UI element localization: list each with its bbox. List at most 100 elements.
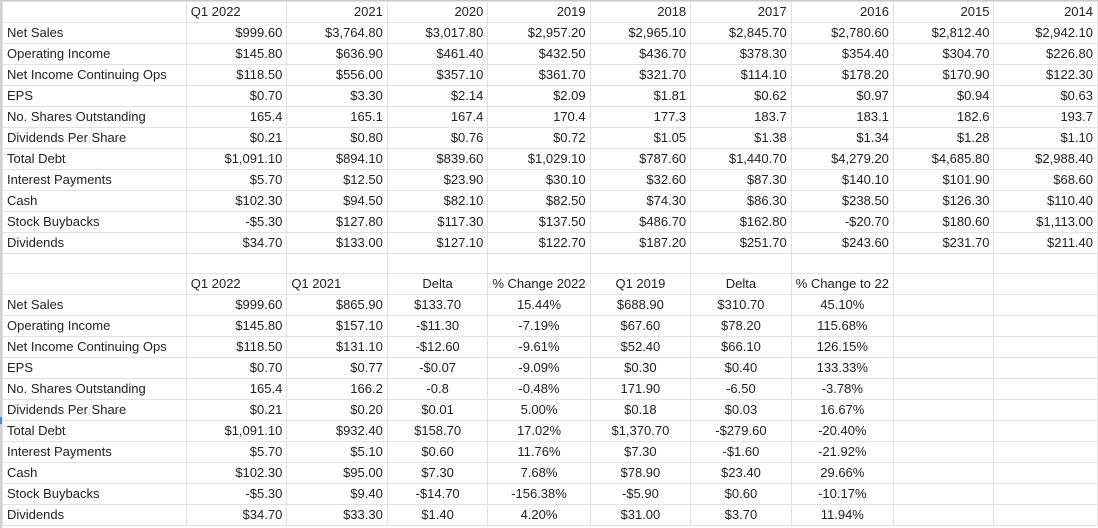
row-label-cell[interactable]: EPS [2, 85, 187, 107]
value-cell[interactable]: $117.30 [386, 211, 489, 233]
value-cell[interactable] [892, 420, 995, 442]
value-cell[interactable]: $636.90 [286, 43, 388, 65]
value-cell[interactable]: $0.21 [185, 127, 288, 149]
value-cell[interactable]: $110.40 [993, 190, 1098, 212]
header-cell[interactable] [892, 273, 995, 295]
value-cell[interactable]: 29.66% [790, 462, 894, 484]
value-cell[interactable]: $157.10 [286, 315, 388, 337]
value-cell[interactable]: 183.1 [790, 106, 894, 128]
value-cell[interactable] [993, 483, 1098, 505]
value-cell[interactable]: $7.30 [589, 441, 692, 463]
value-cell[interactable]: -6.50 [690, 378, 792, 400]
header-cell[interactable]: 2018 [589, 1, 692, 23]
value-cell[interactable]: $7.30 [386, 462, 489, 484]
header-cell[interactable]: 2019 [487, 1, 591, 23]
value-cell[interactable]: $122.30 [993, 64, 1098, 86]
value-cell[interactable]: -3.78% [790, 378, 894, 400]
value-cell[interactable]: $688.90 [589, 294, 692, 316]
value-cell[interactable]: 165.4 [185, 106, 288, 128]
value-cell[interactable]: 126.15% [790, 336, 894, 358]
value-cell[interactable] [993, 462, 1098, 484]
empty-cell[interactable] [790, 253, 894, 274]
empty-cell[interactable] [386, 253, 489, 274]
header-cell[interactable]: % Change 2022 [487, 273, 591, 295]
value-cell[interactable]: $187.20 [589, 232, 692, 254]
value-cell[interactable]: $436.70 [589, 43, 692, 65]
value-cell[interactable]: $1.38 [690, 127, 792, 149]
value-cell[interactable]: 15.44% [487, 294, 591, 316]
empty-cell[interactable] [589, 253, 692, 274]
value-cell[interactable]: $82.50 [487, 190, 591, 212]
header-cell[interactable]: 2021 [286, 1, 388, 23]
value-cell[interactable]: $126.30 [892, 190, 995, 212]
header-cell[interactable]: Q1 2021 [286, 273, 388, 295]
value-cell[interactable]: $2,942.10 [993, 22, 1098, 44]
value-cell[interactable]: $310.70 [690, 294, 792, 316]
value-cell[interactable]: $23.40 [690, 462, 792, 484]
header-cell[interactable] [2, 1, 187, 23]
value-cell[interactable]: $432.50 [487, 43, 591, 65]
value-cell[interactable]: $4,279.20 [790, 148, 894, 170]
value-cell[interactable] [892, 462, 995, 484]
row-label-cell[interactable]: Dividends [2, 232, 187, 254]
row-label-cell[interactable]: Operating Income [2, 43, 187, 65]
row-label-cell[interactable]: Net Sales [2, 22, 187, 44]
value-cell[interactable]: $1.05 [589, 127, 692, 149]
value-cell[interactable]: $86.30 [690, 190, 792, 212]
row-label-cell[interactable]: Net Income Continuing Ops [2, 64, 187, 86]
value-cell[interactable]: $0.60 [690, 483, 792, 505]
row-label-cell[interactable]: Stock Buybacks [2, 483, 187, 505]
row-label-cell[interactable]: Net Sales [2, 294, 187, 316]
value-cell[interactable]: $486.70 [589, 211, 692, 233]
value-cell[interactable]: $162.80 [690, 211, 792, 233]
header-cell[interactable] [2, 273, 187, 295]
value-cell[interactable]: $1,113.00 [993, 211, 1098, 233]
value-cell[interactable]: $30.10 [487, 169, 591, 191]
value-cell[interactable]: $556.00 [286, 64, 388, 86]
value-cell[interactable] [892, 504, 995, 526]
value-cell[interactable]: $865.90 [286, 294, 388, 316]
value-cell[interactable]: $304.70 [892, 43, 995, 65]
header-cell[interactable]: 2014 [993, 1, 1098, 23]
value-cell[interactable] [993, 357, 1098, 379]
value-cell[interactable]: $32.60 [589, 169, 692, 191]
header-cell[interactable]: % Change to 22 [790, 273, 894, 295]
value-cell[interactable]: $354.40 [790, 43, 894, 65]
value-cell[interactable]: -$5.30 [185, 211, 288, 233]
value-cell[interactable]: $4,685.80 [892, 148, 995, 170]
row-label-cell[interactable]: Dividends Per Share [2, 399, 187, 421]
value-cell[interactable]: -20.40% [790, 420, 894, 442]
value-cell[interactable]: $158.70 [386, 420, 489, 442]
value-cell[interactable] [892, 483, 995, 505]
value-cell[interactable]: $3.70 [690, 504, 792, 526]
header-cell[interactable]: Delta [690, 273, 792, 295]
value-cell[interactable]: $2,780.60 [790, 22, 894, 44]
value-cell[interactable]: $118.50 [185, 336, 288, 358]
row-label-cell[interactable]: No. Shares Outstanding [2, 378, 187, 400]
value-cell[interactable]: $87.30 [690, 169, 792, 191]
header-cell[interactable]: Q1 2022 [185, 1, 288, 23]
value-cell[interactable]: $2.14 [386, 85, 489, 107]
value-cell[interactable]: $78.20 [690, 315, 792, 337]
value-cell[interactable]: $3.30 [286, 85, 388, 107]
value-cell[interactable]: $133.00 [286, 232, 388, 254]
header-cell[interactable]: Q1 2019 [589, 273, 692, 295]
value-cell[interactable]: $0.18 [589, 399, 692, 421]
value-cell[interactable]: $0.01 [386, 399, 489, 421]
row-label-cell[interactable]: Total Debt [2, 148, 187, 170]
value-cell[interactable] [993, 336, 1098, 358]
value-cell[interactable]: $3,017.80 [386, 22, 489, 44]
value-cell[interactable]: $999.60 [185, 294, 288, 316]
empty-cell[interactable] [487, 253, 591, 274]
row-label-cell[interactable]: Dividends Per Share [2, 127, 187, 149]
value-cell[interactable]: -$5.90 [589, 483, 692, 505]
value-cell[interactable]: $133.70 [386, 294, 489, 316]
value-cell[interactable]: $52.40 [589, 336, 692, 358]
value-cell[interactable]: $1.10 [993, 127, 1098, 149]
value-cell[interactable]: 11.94% [790, 504, 894, 526]
value-cell[interactable] [892, 336, 995, 358]
value-cell[interactable]: -$279.60 [690, 420, 792, 442]
value-cell[interactable]: 182.6 [892, 106, 995, 128]
value-cell[interactable]: $1,440.70 [690, 148, 792, 170]
empty-cell[interactable] [892, 253, 995, 274]
